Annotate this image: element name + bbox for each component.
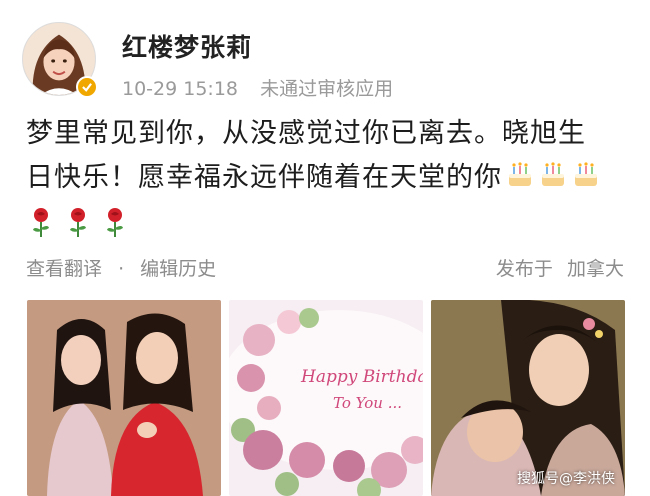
post-actions: 查看翻译 · 编辑历史 发布于 加拿大 xyxy=(26,254,626,281)
photo-2[interactable]: Happy Birthday To You ... xyxy=(229,300,423,496)
watermark: 搜狐号@李洪侠 xyxy=(517,471,615,487)
view-translation-link[interactable]: 查看翻译 xyxy=(26,258,102,280)
post-status: 未通过审核应用 xyxy=(260,78,394,100)
photo-3[interactable]: 搜狐号@李洪侠 xyxy=(431,300,625,496)
birthday-cake-icon xyxy=(575,162,597,186)
rose-emoji-row xyxy=(28,206,134,240)
post-text: 梦里常见到你，从没感觉过你已离去。晓旭生 日快乐！愿幸福永远伴随着在天堂的你 xyxy=(26,112,630,200)
published-from-label: 发布于 xyxy=(495,258,553,280)
birthday-cake-icon xyxy=(542,162,564,186)
rose-icon xyxy=(70,208,87,237)
rose-icon xyxy=(107,208,124,237)
birthday-cake-icon xyxy=(509,162,531,186)
post-text-line-2-text: 日快乐！愿幸福永远伴随着在天堂的你 xyxy=(26,162,502,193)
rose-icon xyxy=(33,208,49,237)
post-timestamp: 10-29 15:18 xyxy=(122,78,239,100)
photo-1[interactable] xyxy=(27,300,221,496)
cake-text-2: To You ... xyxy=(333,394,402,412)
action-separator: · xyxy=(118,258,125,280)
post-location: 加拿大 xyxy=(566,258,624,280)
verified-badge-icon xyxy=(76,76,98,98)
photo-grid: Happy Birthday To You ... 搜狐号@李洪侠 xyxy=(27,300,625,496)
post-meta: 10-29 15:18 未通过审核应用 xyxy=(122,74,409,101)
post-header: 红楼梦张莉 10-29 15:18 未通过审核应用 xyxy=(22,18,622,102)
username[interactable]: 红楼梦张莉 xyxy=(122,28,252,64)
post-text-line-1: 梦里常见到你，从没感觉过你已离去。晓旭生 xyxy=(26,118,586,149)
edit-history-link[interactable]: 编辑历史 xyxy=(140,258,216,280)
cake-text-1: Happy Birthday xyxy=(300,367,423,387)
post-text-line-2: 日快乐！愿幸福永远伴随着在天堂的你 xyxy=(26,156,630,200)
